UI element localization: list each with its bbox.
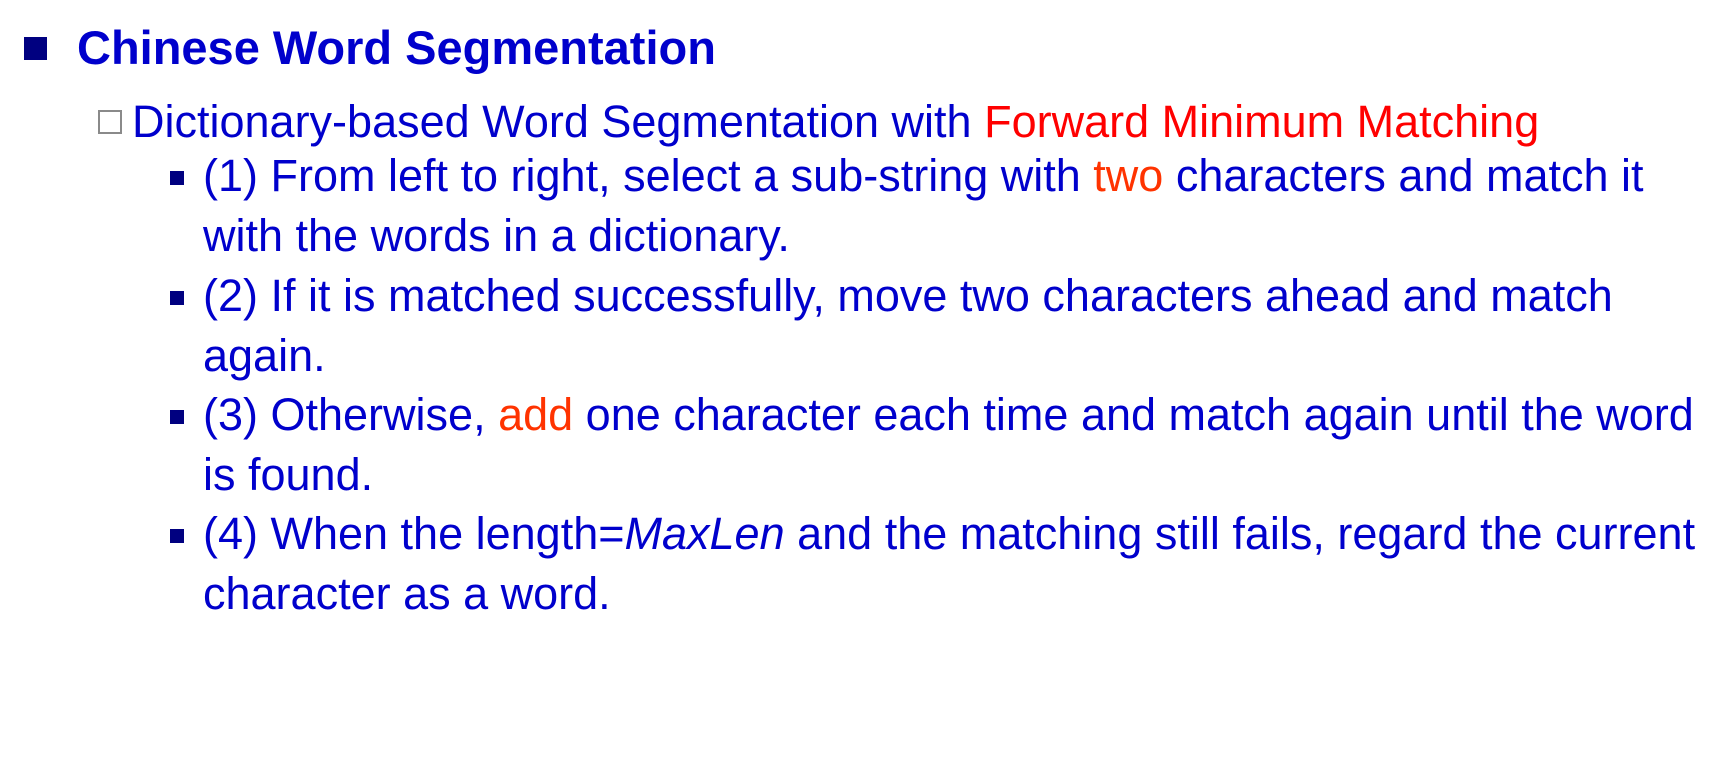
step-3-text-a: (3) Otherwise, bbox=[203, 389, 499, 440]
slide: Chinese Word Segmentation Dictionary-bas… bbox=[0, 0, 1736, 778]
small-square-bullet-icon bbox=[170, 291, 184, 305]
step-4-italic: MaxLen bbox=[624, 508, 785, 559]
step-1-highlight: two bbox=[1093, 150, 1164, 201]
step-text-1: (1) From left to right, select a sub-str… bbox=[203, 146, 1710, 266]
hollow-square-bullet-icon bbox=[98, 110, 122, 134]
small-square-bullet-icon bbox=[170, 410, 184, 424]
subheading-row: Dictionary-based Word Segmentation with … bbox=[98, 92, 1539, 152]
step-text-4: (4) When the length=MaxLen and the match… bbox=[203, 504, 1710, 624]
small-square-bullet-icon bbox=[170, 529, 184, 543]
small-square-bullet-icon bbox=[170, 171, 184, 185]
heading-row: Chinese Word Segmentation bbox=[24, 18, 716, 78]
step-text-3: (3) Otherwise, add one character each ti… bbox=[203, 385, 1710, 505]
step-4-text-a: (4) When the length= bbox=[203, 508, 625, 559]
subheading-highlight: Forward Minimum Matching bbox=[984, 96, 1540, 147]
subheading-prefix: Dictionary-based Word Segmentation with bbox=[132, 96, 985, 147]
subheading-text: Dictionary-based Word Segmentation with … bbox=[132, 92, 1539, 152]
slide-heading: Chinese Word Segmentation bbox=[77, 21, 716, 74]
step-3-highlight: add bbox=[498, 389, 574, 440]
step-1-text-a: (1) From left to right, select a sub-str… bbox=[203, 150, 1094, 201]
step-text-2: (2) If it is matched successfully, move … bbox=[203, 270, 1613, 381]
square-bullet-icon bbox=[24, 36, 47, 60]
